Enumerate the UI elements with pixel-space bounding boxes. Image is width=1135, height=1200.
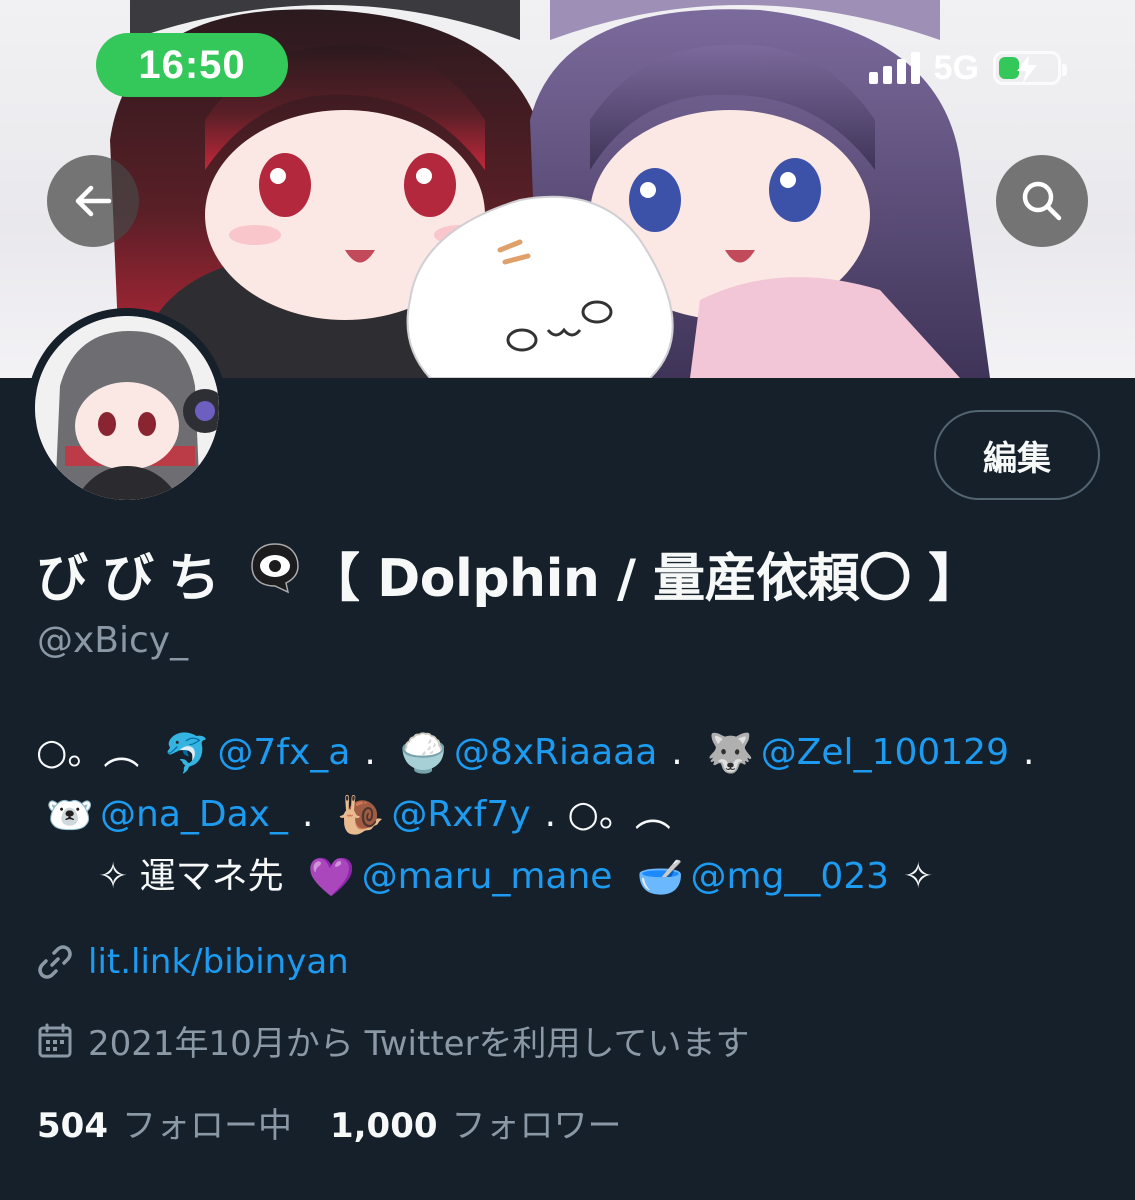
- bio-line-1: ○。︵ 🐬 @7fx_a. 🍚 @8xRiaaaa. 🐺 @Zel_100129.: [36, 722, 1106, 784]
- dolphin-icon: 🐬: [163, 731, 211, 775]
- link-icon: [38, 945, 72, 979]
- following-link[interactable]: 504 フォロー中: [37, 1098, 292, 1147]
- follow-stats: 504 フォロー中 1,000 フォロワー: [37, 1098, 622, 1147]
- search-icon: [1022, 181, 1062, 221]
- status-time-pill[interactable]: 16:50: [96, 33, 288, 97]
- display-name: びびち 【 Dolphin / 量産依頼〇 】: [36, 536, 980, 611]
- bio-text: .: [671, 732, 683, 773]
- following-count: 504: [37, 1106, 108, 1146]
- battery-icon: [993, 51, 1067, 85]
- bio-text: ○。︵: [36, 732, 140, 773]
- user-handle: @xBicy_: [37, 620, 189, 661]
- bowl-with-spoon-icon: 🥣: [636, 855, 684, 899]
- search-button[interactable]: [996, 155, 1088, 247]
- following-label: フォロー中: [121, 1106, 292, 1146]
- joined-date-text: 2021年10月から Twitterを利用しています: [88, 1024, 750, 1064]
- bio-mention[interactable]: @7fx_a: [217, 722, 350, 784]
- rice-bowl-icon: 🍚: [399, 731, 448, 775]
- avatar[interactable]: [27, 308, 227, 508]
- bio-line-3: ✧ 運マネ先 💜 @maru_mane 🥣 @mg__023 ✧: [36, 846, 1106, 908]
- bio-mention[interactable]: @mg__023: [690, 846, 889, 908]
- calendar-icon: [38, 1023, 72, 1057]
- bio-mention[interactable]: @Zel_100129: [761, 722, 1009, 784]
- wolf-icon: 🐺: [706, 731, 755, 775]
- arrow-left-icon: [75, 185, 112, 217]
- status-indicators: 5G: [868, 48, 1067, 88]
- bio-text: ✧ 運マネ先: [98, 856, 284, 897]
- back-button[interactable]: [47, 155, 139, 247]
- followers-link[interactable]: 1,000 フォロワー: [330, 1098, 622, 1147]
- bio-line-2: 🐻‍❄️ @na_Dax_. 🐌 @Rxf7y . ○。︵: [36, 784, 1106, 846]
- status-time: 16:50: [138, 42, 246, 87]
- eye-in-speech-bubble-icon: [248, 540, 302, 607]
- profile-link[interactable]: lit.link/bibinyan: [88, 942, 349, 982]
- joined-date-row: 2021年10月から Twitterを利用しています: [36, 1016, 750, 1065]
- bio-mention[interactable]: @na_Dax_: [100, 784, 288, 846]
- edit-profile-button[interactable]: 編集: [934, 410, 1100, 500]
- display-name-text: びびち: [36, 549, 235, 609]
- bio-mention[interactable]: @maru_mane: [362, 846, 613, 908]
- display-name-suffix: 【 Dolphin / 量産依頼〇 】: [308, 549, 980, 609]
- network-type: 5G: [933, 48, 979, 87]
- snail-icon: 🐌: [337, 793, 385, 837]
- followers-label: フォロワー: [451, 1106, 622, 1146]
- charging-bolt-icon: [1017, 55, 1037, 83]
- bio-mention[interactable]: @Rxf7y: [391, 784, 530, 846]
- profile-bio: ○。︵ 🐬 @7fx_a. 🍚 @8xRiaaaa. 🐺 @Zel_100129. 🐻‍❄️…: [36, 722, 1106, 908]
- polar-bear-icon: 🐻‍❄️: [46, 793, 94, 837]
- bio-text: .: [1023, 732, 1035, 773]
- signal-strength-icon: [868, 52, 920, 84]
- avatar-image: [35, 316, 219, 500]
- bio-text: .: [301, 794, 314, 835]
- purple-heart-icon: 💜: [307, 855, 355, 899]
- bio-text: .: [364, 732, 376, 773]
- bio-mention[interactable]: @8xRiaaaa: [454, 722, 657, 784]
- followers-count: 1,000: [329, 1106, 438, 1146]
- bio-text: . ○。︵: [544, 794, 671, 835]
- battery-cap: [1062, 64, 1067, 76]
- bio-text: ✧: [903, 856, 934, 897]
- profile-link-row: lit.link/bibinyan: [36, 942, 349, 982]
